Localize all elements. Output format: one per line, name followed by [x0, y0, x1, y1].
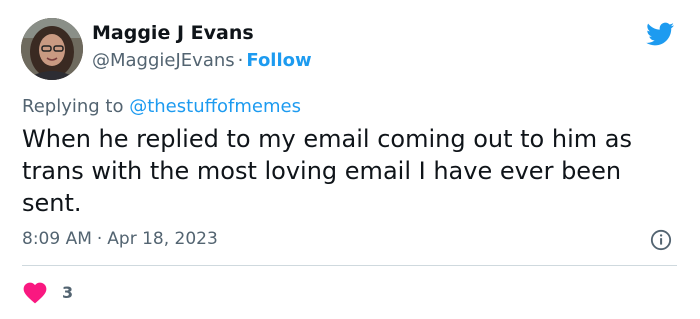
timestamp-separator: · — [96, 229, 103, 249]
avatar[interactable] — [21, 18, 83, 80]
replying-to: Replying to @thestuffofmemes — [22, 96, 301, 117]
timestamp[interactable]: 8:09 AM · Apr 18, 2023 — [22, 229, 218, 249]
tweet-card: Maggie J Evans @MaggieJEvans · Follow Repl… — [0, 0, 700, 319]
author-handle[interactable]: @MaggieJEvans — [92, 50, 235, 71]
info-icon[interactable] — [650, 229, 672, 251]
tweet-time: 8:09 AM — [22, 229, 92, 249]
author-handle-row: @MaggieJEvans · Follow — [92, 50, 312, 71]
tweet-text: When he replied to my email coming out t… — [22, 125, 632, 217]
handle-separator: · — [237, 50, 244, 71]
divider — [22, 265, 677, 266]
heart-icon[interactable] — [22, 280, 48, 304]
like-action[interactable]: 3 — [22, 280, 73, 304]
replying-to-label: Replying to — [22, 96, 124, 117]
follow-button[interactable]: Follow — [246, 50, 311, 71]
avatar-image — [21, 18, 83, 80]
like-count: 3 — [62, 282, 74, 302]
author-name[interactable]: Maggie J Evans — [92, 22, 254, 44]
tweet-date: Apr 18, 2023 — [107, 229, 218, 249]
reply-mention-link[interactable]: @thestuffofmemes — [129, 96, 301, 117]
twitter-bird-icon[interactable] — [644, 20, 677, 48]
